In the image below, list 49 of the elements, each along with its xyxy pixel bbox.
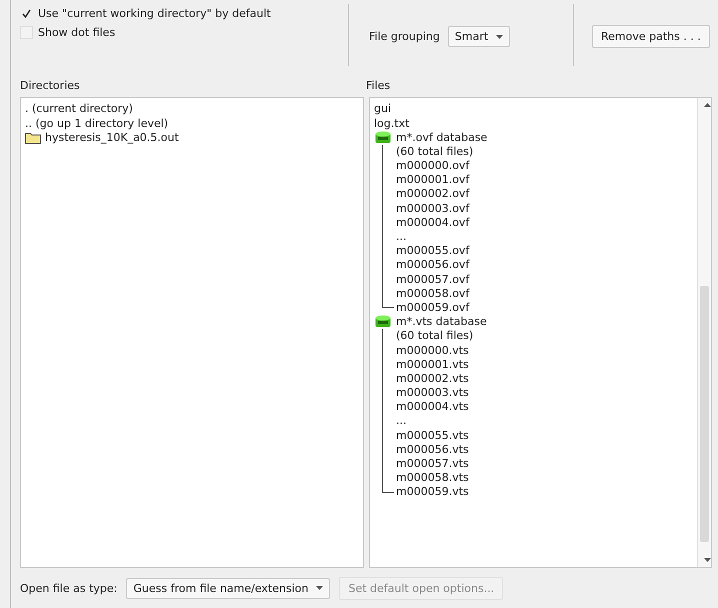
remove-paths-button[interactable]: Remove paths . . . — [592, 25, 710, 48]
file-item[interactable]: m000003.ovf — [396, 202, 488, 216]
file-item[interactable]: m000001.ovf — [396, 173, 488, 188]
file-item[interactable]: m000002.vts — [396, 372, 487, 386]
list-heading: Files — [366, 78, 392, 92]
file-item[interactable]: m000000.ovf — [396, 159, 488, 174]
list-heading: Directories — [20, 78, 81, 92]
file-item[interactable]: m000056.ovf — [396, 258, 488, 273]
checkbox-label[interactable]: Use "current working directory" by default — [38, 7, 271, 20]
file-item[interactable]: m000002.ovf — [396, 187, 488, 202]
file-item[interactable]: m000003.vts — [396, 386, 487, 400]
file-item[interactable]: m000055.ovf — [396, 244, 488, 258]
file-item[interactable]: log.txt — [374, 116, 693, 131]
grouping-dropdown[interactable]: Smart — [448, 26, 510, 48]
file-item[interactable]: m000056.vts — [396, 442, 487, 458]
file-item[interactable]: ... — [396, 414, 487, 429]
file-item[interactable]: m000004.ovf — [396, 216, 488, 230]
field-label: Open file as type: — [20, 582, 118, 595]
file-item[interactable]: gui — [374, 102, 693, 117]
directory-item[interactable]: hysteresis_10K_a0.5.out — [45, 130, 179, 145]
caret-icon — [316, 586, 324, 590]
caret-icon — [496, 34, 504, 39]
database-item[interactable]: m*.ovf database — [396, 130, 488, 145]
file-item[interactable]: m000058.vts — [396, 471, 487, 486]
file-item[interactable]: m000059.vts — [396, 485, 487, 500]
field-label: File grouping — [369, 30, 440, 44]
database-item[interactable]: m*.vts database — [396, 315, 487, 330]
file-item[interactable]: ... — [396, 230, 488, 244]
scroll-up-arrow-icon[interactable] — [701, 103, 714, 108]
scrollbar[interactable] — [697, 98, 711, 568]
file-count: (60 total files) — [396, 144, 474, 160]
file-item[interactable]: m000057.vts — [396, 457, 487, 472]
file-item[interactable]: m000001.vts — [396, 358, 487, 372]
scroll-down-arrow-icon[interactable] — [701, 558, 714, 562]
file-count: (60 total files) — [396, 329, 474, 344]
file-item[interactable]: m000058.ovf — [396, 286, 488, 301]
file-item[interactable]: m000059.ovf — [396, 300, 488, 316]
file-type-dropdown[interactable]: Guess from file name/extension — [126, 578, 330, 599]
directory-item[interactable]: . (current directory) — [25, 102, 133, 117]
file-item[interactable]: m000055.vts — [396, 428, 487, 443]
folder-icon — [25, 131, 41, 144]
checkbox-label[interactable]: Show dot files — [38, 26, 116, 39]
database-icon — [375, 130, 391, 145]
database-icon — [375, 315, 391, 330]
file-item[interactable]: m000004.vts — [396, 400, 487, 414]
directory-item[interactable]: .. (go up 1 directory level) — [25, 116, 168, 131]
checkbox[interactable] — [20, 7, 33, 20]
file-item[interactable]: m000000.vts — [396, 344, 487, 358]
file-item[interactable]: m000057.ovf — [396, 272, 488, 287]
